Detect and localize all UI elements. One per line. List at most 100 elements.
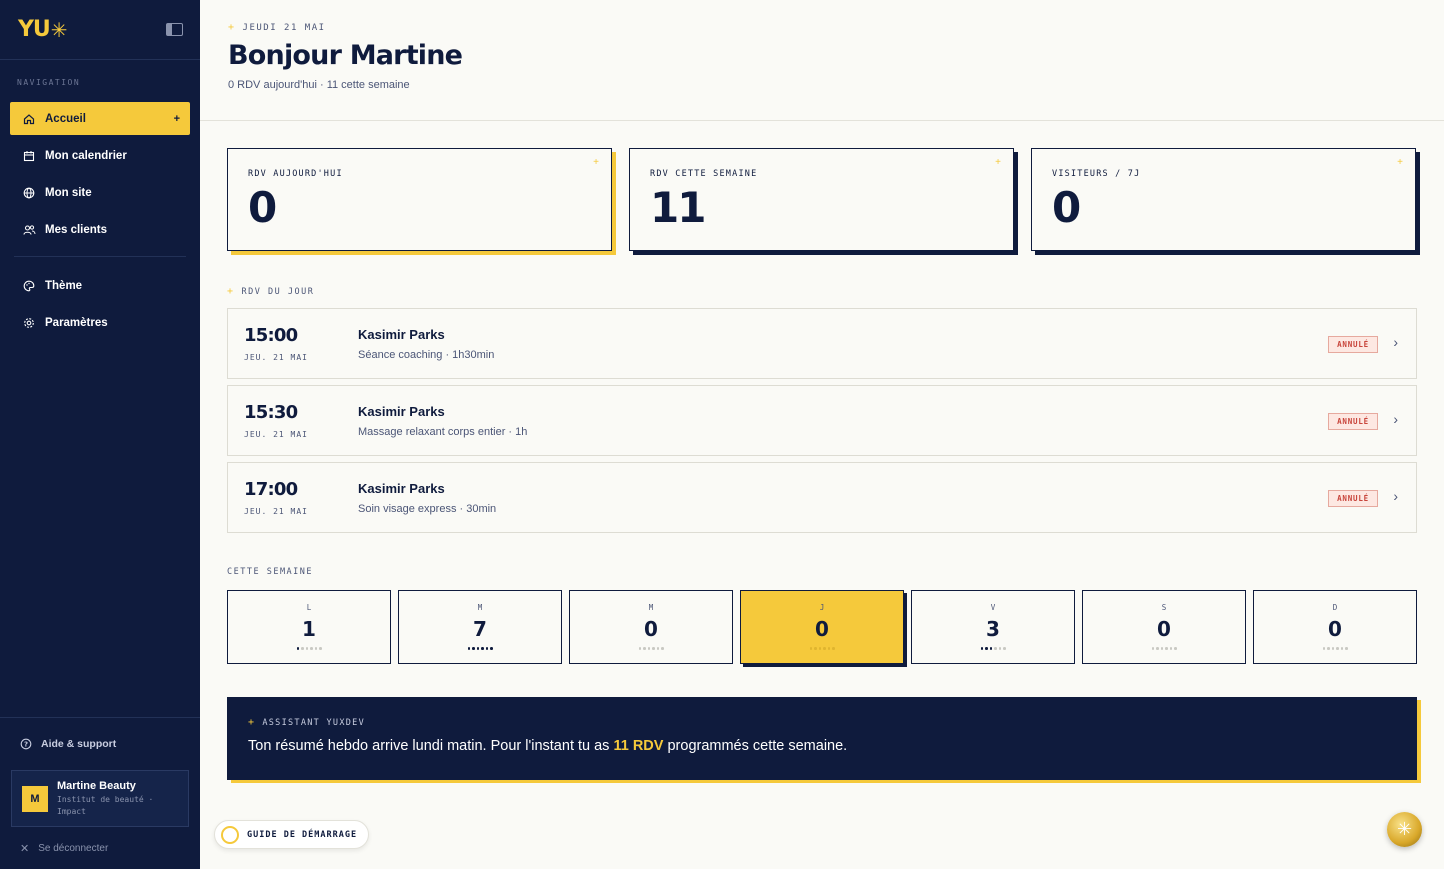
load-dot [296, 647, 299, 650]
day-count: 0 [1157, 617, 1171, 641]
sidebar-toggle-icon[interactable] [166, 23, 183, 36]
load-dot [1174, 647, 1177, 650]
week-day-card[interactable]: L1 [227, 590, 391, 664]
chevron-right-icon: › [1393, 334, 1398, 350]
load-dot [823, 647, 826, 650]
service-name: Soin visage express · 30min [358, 502, 497, 515]
assistant-message: Ton résumé hebdo arrive lundi matin. Pou… [248, 738, 1417, 754]
load-dot [476, 647, 479, 650]
sparkle-icon: + [228, 22, 236, 33]
week-day-card[interactable]: S0 [1082, 590, 1246, 664]
day-load-dots [1083, 647, 1245, 650]
week-day-card[interactable]: D0 [1253, 590, 1417, 664]
page-header: + JEUDI 21 MAI Bonjour Martine 0 RDV aujo… [200, 0, 1444, 121]
users-icon [22, 223, 36, 237]
week-day-card[interactable]: M7 [398, 590, 562, 664]
load-dot [472, 647, 475, 650]
sidebar-item-label: Thème [45, 279, 83, 292]
appointment-row[interactable]: 15:30 JEU. 21 MAI Kasimir Parks Massage re… [227, 385, 1417, 456]
load-dot [656, 647, 659, 650]
appointment-row[interactable]: 15:00 JEU. 21 MAI Kasimir Parks Séance coa… [227, 308, 1417, 379]
logout-link[interactable]: ✕ Se déconnecter [0, 827, 200, 869]
appointment-time: 15:30 [244, 402, 298, 423]
assistant-highlight: 11 RDV [613, 738, 664, 754]
close-icon: ✕ [20, 842, 30, 855]
day-letter: S [1161, 603, 1167, 612]
load-dot [1327, 647, 1330, 650]
logout-label: Se déconnecter [38, 842, 109, 854]
logo-text: YU [18, 17, 51, 42]
stat-card-today[interactable]: + RDV AUJOURD'HUI 0 [227, 148, 612, 251]
globe-icon [22, 186, 36, 200]
sparkle-icon: + [593, 157, 599, 168]
week-day-card[interactable]: V3 [911, 590, 1075, 664]
load-dot [652, 647, 655, 650]
sparkle-icon: + [995, 157, 1001, 168]
stat-label: VISITEURS / 7J [1052, 169, 1141, 179]
help-link[interactable]: ? Aide & support [0, 718, 200, 770]
load-dot [314, 647, 317, 650]
day-count: 0 [1328, 617, 1342, 641]
assistant-message-text: Ton résumé hebdo arrive lundi matin. Pou… [248, 738, 614, 754]
load-dot [305, 647, 308, 650]
section-title-week: CETTE SEMAINE [227, 567, 314, 577]
appointment-date: JEU. 21 MAI [244, 507, 308, 516]
logo[interactable]: YU ✳ [18, 17, 68, 42]
load-dot [998, 647, 1001, 650]
avatar: M [22, 785, 48, 812]
assistant-label-row: + ASSISTANT YUXDEV [248, 717, 1417, 728]
load-dot [809, 647, 812, 650]
assistant-fab-button[interactable]: ✳ [1387, 812, 1422, 847]
day-load-dots [1254, 647, 1416, 650]
sidebar-item-theme[interactable]: Thème [10, 269, 190, 302]
help-label: Aide & support [41, 738, 117, 750]
status-badge: ANNULÉ [1328, 336, 1378, 353]
appointment-row[interactable]: 17:00 JEU. 21 MAI Kasimir Parks Soin visag… [227, 462, 1417, 533]
sidebar-item-clients[interactable]: Mes clients [10, 213, 190, 246]
user-card[interactable]: M Martine Beauty Institut de beauté · Im… [11, 770, 189, 827]
sidebar-item-calendrier[interactable]: Mon calendrier [10, 139, 190, 172]
load-dot [661, 647, 664, 650]
assistant-message-text: programmés cette semaine. [663, 738, 848, 754]
day-count: 1 [302, 617, 316, 641]
sidebar-item-label: Mon site [45, 186, 92, 199]
sidebar-item-site[interactable]: Mon site [10, 176, 190, 209]
load-dot [638, 647, 641, 650]
load-dot [994, 647, 997, 650]
sidebar-item-label: Mes clients [45, 223, 107, 236]
day-count: 0 [644, 617, 658, 641]
day-load-dots [399, 647, 561, 650]
stat-label: RDV CETTE SEMAINE [650, 169, 758, 179]
day-letter: M [477, 603, 483, 612]
load-dot [814, 647, 817, 650]
date-line: + JEUDI 21 MAI [228, 22, 1444, 33]
load-dot [310, 647, 313, 650]
chevron-right-icon: › [1393, 411, 1398, 427]
svg-text:?: ? [24, 740, 28, 748]
load-dot [1169, 647, 1172, 650]
sparkle-icon: ✳ [1396, 819, 1413, 839]
assistant-label: ASSISTANT YUXDEV [262, 717, 366, 728]
client-name: Kasimir Parks [358, 403, 445, 419]
week-day-card[interactable]: J0 [740, 590, 904, 664]
stat-card-week[interactable]: + RDV CETTE SEMAINE 11 [629, 148, 1014, 251]
day-letter: D [1332, 603, 1338, 612]
current-date: JEUDI 21 MAI [242, 22, 326, 33]
service-name: Séance coaching · 1h30min [358, 348, 495, 361]
sidebar-header: YU ✳ [0, 0, 200, 60]
client-name: Kasimir Parks [358, 480, 445, 496]
appointment-date: JEU. 21 MAI [244, 353, 308, 362]
sidebar: YU ✳ NAVIGATION Accueil + Mon calendrier … [0, 0, 200, 869]
plus-icon: + [173, 112, 180, 125]
week-day-card[interactable]: M0 [569, 590, 733, 664]
sidebar-item-accueil[interactable]: Accueil + [10, 102, 190, 135]
day-count: 3 [986, 617, 1000, 641]
onboarding-guide-button[interactable]: GUIDE DE DÉMARRAGE [214, 820, 370, 849]
day-load-dots [228, 647, 390, 650]
stat-label: RDV AUJOURD'HUI [248, 169, 343, 179]
day-load-dots [570, 647, 732, 650]
stat-card-visitors[interactable]: + VISITEURS / 7J 0 [1031, 148, 1416, 251]
stat-value: 0 [248, 183, 277, 232]
sidebar-item-parametres[interactable]: Paramètres [10, 306, 190, 339]
help-icon: ? [20, 738, 33, 751]
